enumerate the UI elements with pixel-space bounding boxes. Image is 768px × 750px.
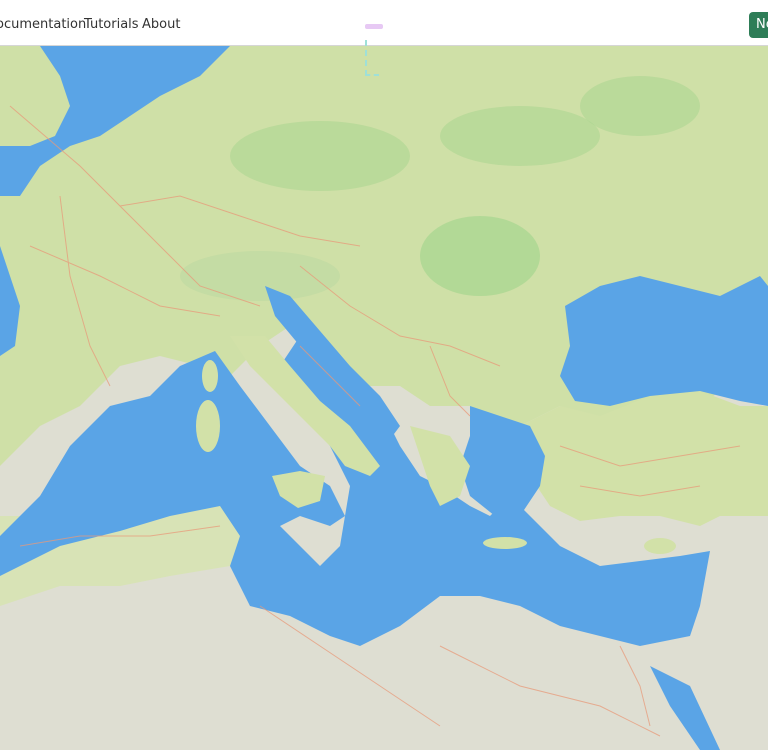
- alps: [180, 251, 340, 301]
- dashed-marker: [365, 40, 379, 76]
- forest-patch: [230, 121, 410, 191]
- top-navbar: Documentation Tutorials About New: [0, 0, 768, 46]
- forest-patch: [580, 76, 700, 136]
- island-corsica: [202, 360, 218, 392]
- drag-handle[interactable]: [365, 24, 383, 29]
- forest-patch: [440, 106, 600, 166]
- nav-link-tutorials[interactable]: Tutorials: [84, 17, 139, 33]
- forest-patch: [420, 216, 540, 296]
- island-cyprus: [644, 538, 676, 554]
- nav-link-about[interactable]: About: [142, 17, 180, 33]
- nav-link-documentation[interactable]: Documentation: [0, 17, 86, 33]
- sea-black: [560, 276, 768, 406]
- map-view[interactable]: [0, 46, 768, 750]
- island-sardinia: [196, 400, 220, 452]
- map-canvas[interactable]: [0, 46, 768, 750]
- land-anatolia: [520, 391, 768, 526]
- new-button[interactable]: New: [749, 12, 768, 38]
- island-crete: [483, 537, 527, 549]
